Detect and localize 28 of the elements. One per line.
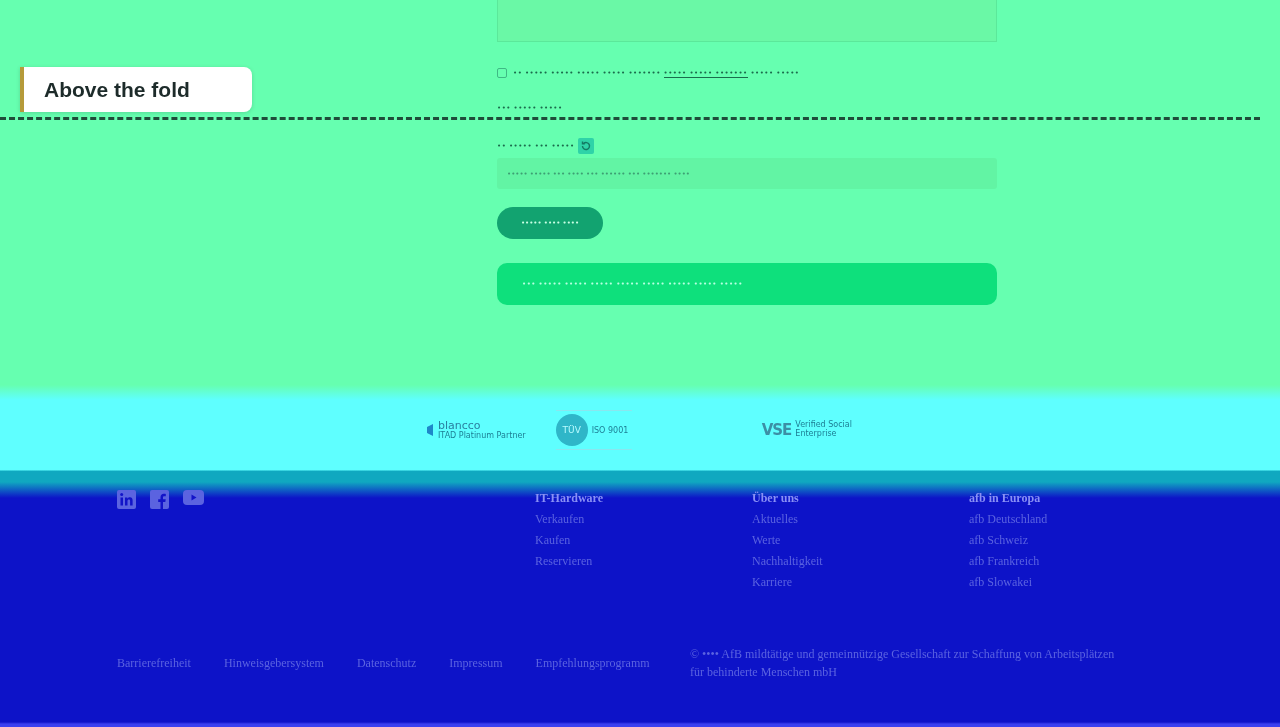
legal-link[interactable]: Hinweisgebersystem xyxy=(223,652,324,674)
legal-link[interactable]: Empfehlungsprogramm xyxy=(535,652,650,674)
footer-link[interactable]: Verkaufen xyxy=(535,509,752,530)
partner-logo: blancco ITAD Platinum Partner xyxy=(424,420,526,440)
footer-link[interactable]: Nachhaltigkeit xyxy=(752,551,969,572)
copyright-text: © •••• AfB mildtätige und gemeinnützige Gesellschaft zur Schaffung von Arbeitsplätzen für behinderte Menschen mbH xyxy=(690,646,1115,681)
footer-heading: afb in Europa xyxy=(969,490,1042,507)
legal-link[interactable]: Barrierefreiheit xyxy=(117,652,191,674)
footer-link[interactable]: Kaufen xyxy=(535,530,752,551)
youtube-icon[interactable] xyxy=(183,490,204,505)
footer-heading: Über uns xyxy=(752,490,800,507)
linkedin-icon[interactable] xyxy=(117,490,136,509)
footer-link[interactable]: Werte xyxy=(752,530,969,551)
footer-link[interactable]: Reservieren xyxy=(535,551,752,572)
fold-label: Above the fold xyxy=(20,67,252,112)
footer-link[interactable]: afb Schweiz xyxy=(969,530,1186,551)
footer-link[interactable]: Aktuelles xyxy=(752,509,969,530)
facebook-icon[interactable] xyxy=(150,490,169,509)
legal-link[interactable]: Datenschutz xyxy=(356,652,417,674)
footer-link[interactable]: afb Frankreich xyxy=(969,551,1186,572)
footer-link[interactable]: Karriere xyxy=(752,572,969,593)
footer-link[interactable]: afb Slowakei xyxy=(969,572,1186,593)
legal-link[interactable]: Impressum xyxy=(449,652,503,674)
footer-heading: IT-Hardware xyxy=(535,490,604,507)
consent-checkbox[interactable] xyxy=(497,68,507,78)
refresh-icon[interactable] xyxy=(577,138,594,154)
certification-logo: TÜV ISO 9001 xyxy=(555,410,632,450)
footer-link[interactable]: afb Deutschland xyxy=(969,509,1186,530)
